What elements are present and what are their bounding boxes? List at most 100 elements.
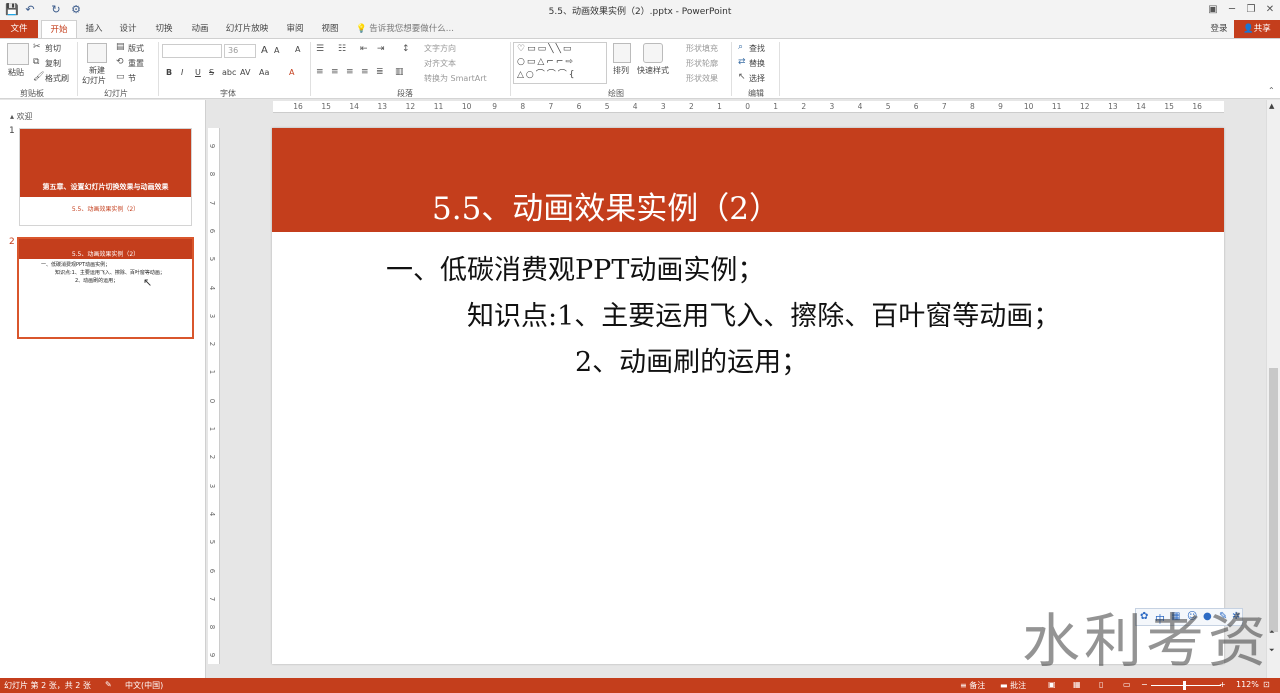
arrange-button[interactable]: 排列 [613,65,629,76]
ruler-tick-label: 4 [857,102,863,111]
restore-button[interactable]: ❐ [1241,1,1261,19]
new-slide-icon[interactable] [87,43,107,63]
slide-body-line[interactable]: 一、低碳消费观PPT动画实例； [386,248,764,287]
tab-design[interactable]: 设计 [114,20,142,38]
shrink-font-button[interactable]: A [274,46,279,55]
italic-button[interactable]: I [181,68,183,77]
close-button[interactable]: ✕ [1260,1,1280,19]
smartart-button[interactable]: 转换为 SmartArt [424,73,487,84]
increase-indent-icon[interactable]: ⇥ [377,45,385,54]
tab-transitions[interactable]: 切换 [150,20,178,38]
spellcheck-icon[interactable]: ✎ [105,680,112,689]
slide-sorter-icon[interactable]: ▦ [1073,680,1081,689]
shape-fill-button[interactable]: 形状填充 [686,43,718,54]
tab-view[interactable]: 视图 [316,20,344,38]
scrollbar-thumb[interactable] [1269,368,1278,632]
notes-button[interactable]: ≡ 备注 [960,680,985,691]
ruler-tick-label: 9 [492,102,498,111]
zoom-slider-thumb[interactable] [1183,681,1186,690]
quick-styles-button[interactable]: 快速样式 [637,65,669,76]
ribbon-display-icon[interactable]: ▣ [1203,1,1223,19]
ruler-tick-label: 4 [632,102,638,111]
shapes-gallery[interactable]: ♡▭▭╲╲▭ ○▭△⌐⌐⇨ △○⌒⌒⌒{ [513,42,607,84]
group-label-paragraph: 段落 [397,89,413,98]
arrange-icon[interactable] [613,43,631,63]
zoom-out-button[interactable]: − [1141,680,1148,689]
font-color-button[interactable]: A [289,68,294,77]
slide-thumbnail-2[interactable]: 5.5、动画效果实例（2） 一、低碳消费观PPT动画实例； 知识点:1、主要运用… [17,237,194,339]
font-name-input[interactable] [162,44,222,58]
tab-slideshow[interactable]: 幻灯片放映 [222,20,272,38]
slideshow-icon[interactable]: ▭ [1123,680,1131,689]
vertical-scrollbar[interactable]: ▲ ⏶ ⏷ [1266,100,1280,678]
slide-body-line[interactable]: 知识点:1、主要运用飞入、擦除、百叶窗等动画； [467,294,1060,333]
slide-thumbnail-1[interactable]: 第五章、设置幻灯片切换效果与动画效果 5.5、动画效果实例（2） [19,128,192,226]
login-link[interactable]: 登录 [1206,20,1232,38]
reset-button[interactable]: 重置 [128,58,144,69]
slide-body-line[interactable]: 2、动画刷的运用； [575,340,808,379]
language-status[interactable]: 中文(中国) [125,680,163,691]
decrease-indent-icon[interactable]: ⇤ [360,45,368,54]
distributed-icon[interactable]: ≣ [376,68,384,77]
align-left-icon[interactable]: ≡ [316,68,324,77]
select-button[interactable]: 选择 [749,73,765,84]
layout-button[interactable]: 版式 [128,43,144,54]
scroll-up-icon[interactable]: ▲ [1269,102,1274,110]
shape-effects-button[interactable]: 形状效果 [686,73,718,84]
format-painter-button[interactable]: 格式刷 [45,73,69,84]
zoom-level[interactable]: 112% [1236,680,1259,689]
ruler-tick-label: 13 [377,102,388,111]
tab-review[interactable]: 审阅 [281,20,309,38]
columns-icon[interactable]: ▥ [395,68,404,77]
shape-outline-button[interactable]: 形状轮廓 [686,58,718,69]
ruler-tick-label: 5 [885,102,891,111]
align-text-button[interactable]: 对齐文本 [424,58,456,69]
collapse-ribbon-icon[interactable]: ⌃ [1268,87,1275,95]
ruler-tick-label: 15 [1164,102,1174,111]
text-shadow-button[interactable]: abc [222,68,236,77]
paste-icon[interactable] [7,43,29,65]
zoom-in-button[interactable]: + [1219,680,1226,689]
paste-button[interactable]: 粘贴 [8,67,24,78]
replace-button[interactable]: 替换 [749,58,765,69]
font-size-input[interactable]: 36 [224,44,256,58]
section-button[interactable]: 节 [128,73,136,84]
tab-home[interactable]: 开始 [41,20,77,38]
char-spacing-button[interactable]: AV [240,68,250,77]
align-right-icon[interactable]: ≡ [346,68,354,77]
tab-animations[interactable]: 动画 [186,20,214,38]
tell-me-search[interactable]: 💡 告诉我您想要做什么... [356,20,456,38]
text-direction-button[interactable]: 文字方向 [424,43,456,54]
clear-format-button[interactable]: A [295,45,300,54]
find-button[interactable]: 查找 [749,43,765,54]
zoom-slider[interactable] [1151,685,1221,686]
share-button[interactable]: 👤共享 [1234,20,1280,38]
justify-icon[interactable]: ≡ [361,68,369,77]
tab-insert[interactable]: 插入 [80,20,108,38]
comments-button[interactable]: ▬ 批注 [1000,680,1026,691]
change-case-button[interactable]: Aa [259,68,269,77]
numbering-icon[interactable]: ☷ [338,45,346,54]
underline-button[interactable]: U [195,68,201,77]
line-spacing-icon[interactable]: ↕ [402,45,410,54]
align-center-icon[interactable]: ≡ [331,68,339,77]
grow-font-button[interactable]: A [261,45,268,56]
bold-button[interactable]: B [166,68,172,77]
cut-button[interactable]: 剪切 [45,43,61,54]
slide-title[interactable]: 5.5、动画效果实例（2） [432,183,780,228]
ruler-tick-label: 14 [349,102,359,111]
copy-button[interactable]: 复制 [45,58,61,69]
group-label-editing: 编辑 [748,89,764,98]
section-header[interactable]: ▴ 欢迎 [10,111,33,122]
ruler-tick-label: 1 [773,102,779,111]
normal-view-icon[interactable]: ▣ [1048,680,1056,689]
minimize-button[interactable]: ─ [1222,1,1242,19]
strikethrough-button[interactable]: S [209,68,214,77]
bullets-icon[interactable]: ☰ [316,45,324,54]
slide-canvas[interactable]: 5.5、动画效果实例（2） 一、低碳消费观PPT动画实例； 知识点:1、主要运用… [272,128,1224,664]
fit-slide-icon[interactable]: ⊡ [1263,680,1270,689]
tab-file[interactable]: 文件 [0,20,38,38]
reading-view-icon[interactable]: ▯ [1099,680,1103,689]
ruler-tick-label: 8 [520,102,526,111]
quick-styles-icon[interactable] [643,43,663,63]
